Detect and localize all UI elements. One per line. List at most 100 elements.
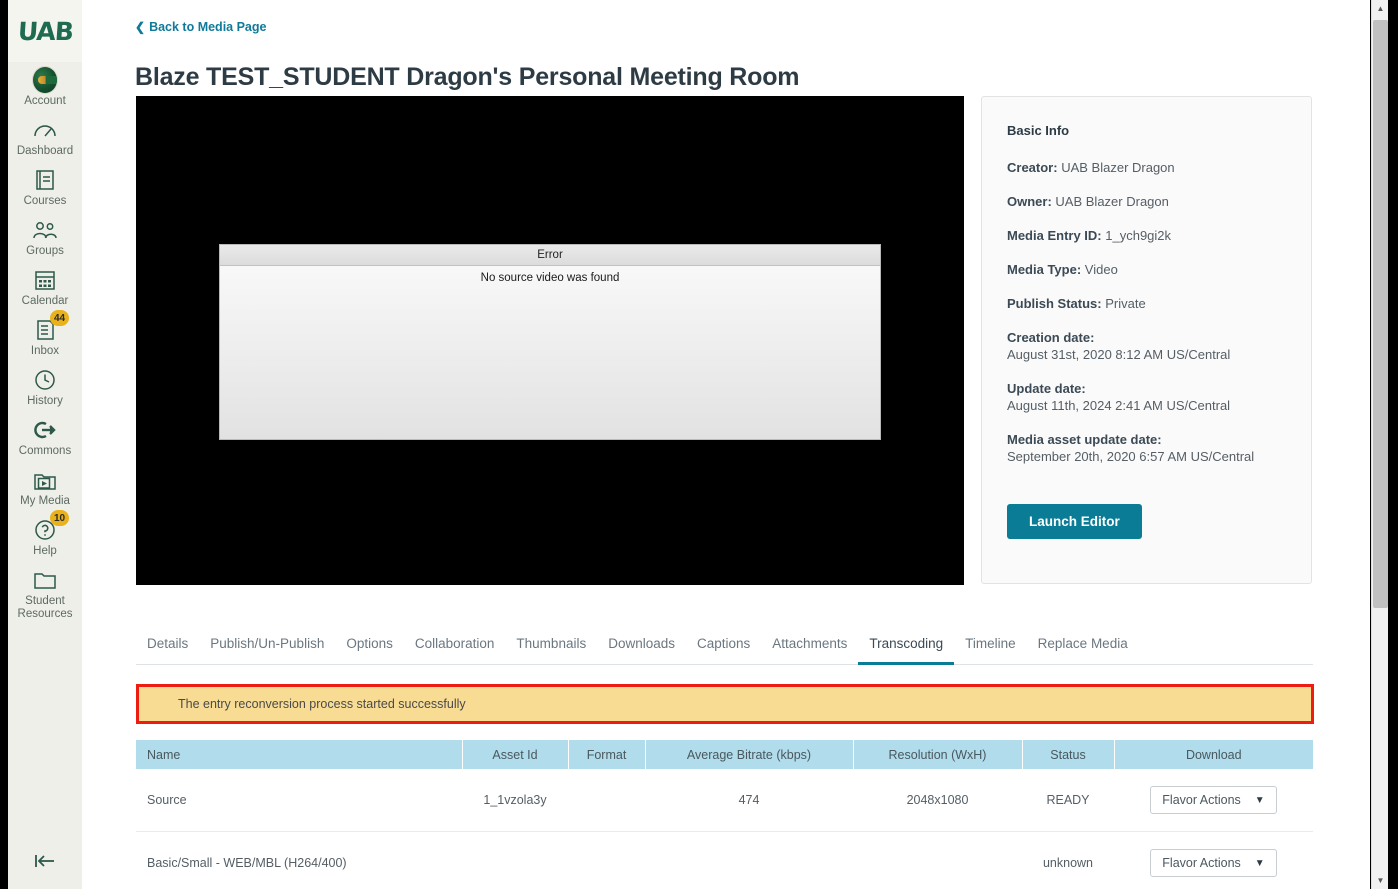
info-key: Owner:	[1007, 194, 1052, 209]
sidebar-item-student-resources[interactable]: Student Resources	[8, 562, 82, 625]
commons-icon	[32, 417, 58, 443]
sidebar-item-label: Student Resources	[17, 595, 73, 620]
back-link-label: Back to Media Page	[149, 20, 267, 34]
column-header-name[interactable]: Name	[136, 740, 463, 769]
avatar-icon	[32, 66, 58, 94]
global-navigation-sidebar: UAB Account Dashboard Courses Groups Cal…	[8, 0, 82, 889]
cell-bitrate	[645, 831, 853, 889]
table-header-row: Name Asset Id Format Average Bitrate (kb…	[136, 740, 1313, 769]
chevron-left-icon: ❮	[135, 20, 146, 34]
sidebar-item-label: Help	[33, 545, 57, 557]
flavor-actions-label: Flavor Actions	[1162, 793, 1241, 807]
column-header-download[interactable]: Download	[1114, 740, 1313, 769]
cell-asset-id	[462, 831, 568, 889]
sidebar-item-label: Dashboard	[16, 145, 74, 157]
sidebar-item-label: Groups	[26, 245, 64, 257]
sidebar-item-label: Calendar	[21, 295, 69, 307]
help-icon: 10	[32, 510, 69, 543]
folder-icon	[32, 567, 58, 593]
column-header-resolution[interactable]: Resolution (WxH)	[853, 740, 1023, 769]
book-icon	[32, 167, 58, 193]
info-value: September 20th, 2020 6:57 AM US/Central	[1007, 449, 1255, 464]
cell-status: READY	[1022, 769, 1114, 832]
page-title: Blaze TEST_STUDENT Dragon's Personal Mee…	[135, 62, 800, 91]
scrollbar-thumb[interactable]	[1373, 20, 1388, 608]
cell-download: Flavor Actions ▼	[1114, 831, 1313, 889]
basic-info-heading: Basic Info	[1007, 123, 1070, 138]
info-row-creation-date: Creation date: August 31st, 2020 8:12 AM…	[1007, 329, 1286, 363]
alert-message: The entry reconversion process started s…	[178, 697, 466, 711]
gauge-icon	[32, 117, 58, 143]
main-content: ❮ Back to Media Page Blaze TEST_STUDENT …	[82, 0, 1370, 889]
info-key: Media Entry ID:	[1007, 228, 1102, 243]
scroll-down-icon[interactable]: ▼	[1372, 872, 1389, 889]
sidebar-item-account[interactable]: Account	[8, 62, 82, 112]
column-header-format[interactable]: Format	[568, 740, 646, 769]
player-error-dialog: Error No source video was found	[219, 244, 881, 440]
status-alert-banner: The entry reconversion process started s…	[136, 684, 1314, 724]
scroll-up-icon[interactable]: ▲	[1372, 0, 1389, 17]
column-header-asset-id[interactable]: Asset Id	[462, 740, 569, 769]
info-key: Publish Status:	[1007, 296, 1102, 311]
people-icon	[32, 217, 58, 243]
player-error-message: No source video was found	[480, 272, 620, 284]
sidebar-item-my-media[interactable]: My Media	[8, 462, 82, 512]
sidebar-item-calendar[interactable]: Calendar	[8, 262, 82, 312]
sidebar-item-inbox[interactable]: 44 Inbox	[8, 310, 82, 362]
info-row-media-type: Media Type: Video	[1007, 261, 1286, 278]
sidebar-item-label: Courses	[23, 195, 67, 207]
column-header-status[interactable]: Status	[1022, 740, 1115, 769]
collapse-left-icon[interactable]	[8, 851, 82, 871]
sidebar-item-label: History	[27, 395, 63, 407]
cell-format	[568, 831, 645, 889]
calendar-icon	[32, 267, 58, 293]
flavor-actions-label: Flavor Actions	[1162, 856, 1241, 870]
cell-format	[568, 769, 645, 832]
info-row-publish-status: Publish Status: Private	[1007, 295, 1286, 312]
info-key: Media asset update date:	[1007, 432, 1162, 447]
flavor-actions-button[interactable]: Flavor Actions ▼	[1150, 786, 1277, 814]
cell-name: Basic/Small - WEB/MBL (H264/400)	[136, 831, 462, 889]
page-scrollbar[interactable]: ▲ ▼	[1371, 0, 1388, 889]
info-value: 1_ych9gi2k	[1105, 228, 1172, 243]
sidebar-item-label: Account	[24, 95, 66, 107]
sidebar-item-label: Commons	[18, 445, 72, 457]
help-badge: 10	[50, 510, 69, 526]
basic-info-panel: Basic Info Creator: UAB Blazer Dragon Ow…	[981, 96, 1312, 584]
info-row-owner: Owner: UAB Blazer Dragon	[1007, 193, 1286, 210]
inbox-badge: 44	[50, 310, 69, 326]
info-value: UAB Blazer Dragon	[1061, 160, 1175, 175]
video-folder-icon	[32, 467, 58, 493]
sidebar-item-dashboard[interactable]: Dashboard	[8, 112, 82, 162]
sidebar-item-history[interactable]: History	[8, 362, 82, 412]
info-value: August 31st, 2020 8:12 AM US/Central	[1007, 347, 1231, 362]
uab-logo-text: UAB	[16, 16, 74, 46]
video-player[interactable]: Error No source video was found	[136, 96, 964, 585]
sidebar-item-label: My Media	[20, 495, 70, 507]
cell-resolution	[853, 831, 1022, 889]
info-key: Update date:	[1007, 381, 1086, 396]
flavor-actions-button[interactable]: Flavor Actions ▼	[1150, 849, 1277, 877]
sidebar-item-help[interactable]: 10 Help	[8, 510, 82, 562]
info-row-media-asset-update-date: Media asset update date: September 20th,…	[1007, 431, 1286, 465]
info-key: Creator:	[1007, 160, 1058, 175]
inbox-icon: 44	[32, 310, 69, 343]
flavors-table: Name Asset Id Format Average Bitrate (kb…	[136, 740, 1313, 889]
browser-viewport: UAB Account Dashboard Courses Groups Cal…	[0, 0, 1398, 889]
sidebar-item-commons[interactable]: Commons	[8, 412, 82, 462]
uab-logo[interactable]: UAB	[8, 0, 82, 62]
cell-asset-id: 1_1vzola3y	[462, 769, 568, 832]
cell-status: unknown	[1022, 831, 1114, 889]
sidebar-item-groups[interactable]: Groups	[8, 212, 82, 262]
launch-editor-button[interactable]: Launch Editor	[1007, 504, 1142, 539]
back-to-media-page-link[interactable]: ❮ Back to Media Page	[135, 20, 266, 34]
cell-bitrate: 474	[645, 769, 853, 832]
column-header-average-bitrate[interactable]: Average Bitrate (kbps)	[645, 740, 854, 769]
sidebar-item-label: Inbox	[30, 345, 60, 357]
info-value: August 11th, 2024 2:41 AM US/Central	[1007, 398, 1231, 413]
cell-name: Source	[136, 769, 462, 832]
chevron-down-icon: ▼	[1254, 794, 1265, 806]
player-error-title: Error	[220, 245, 880, 266]
sidebar-item-courses[interactable]: Courses	[8, 162, 82, 212]
cell-resolution: 2048x1080	[853, 769, 1022, 832]
